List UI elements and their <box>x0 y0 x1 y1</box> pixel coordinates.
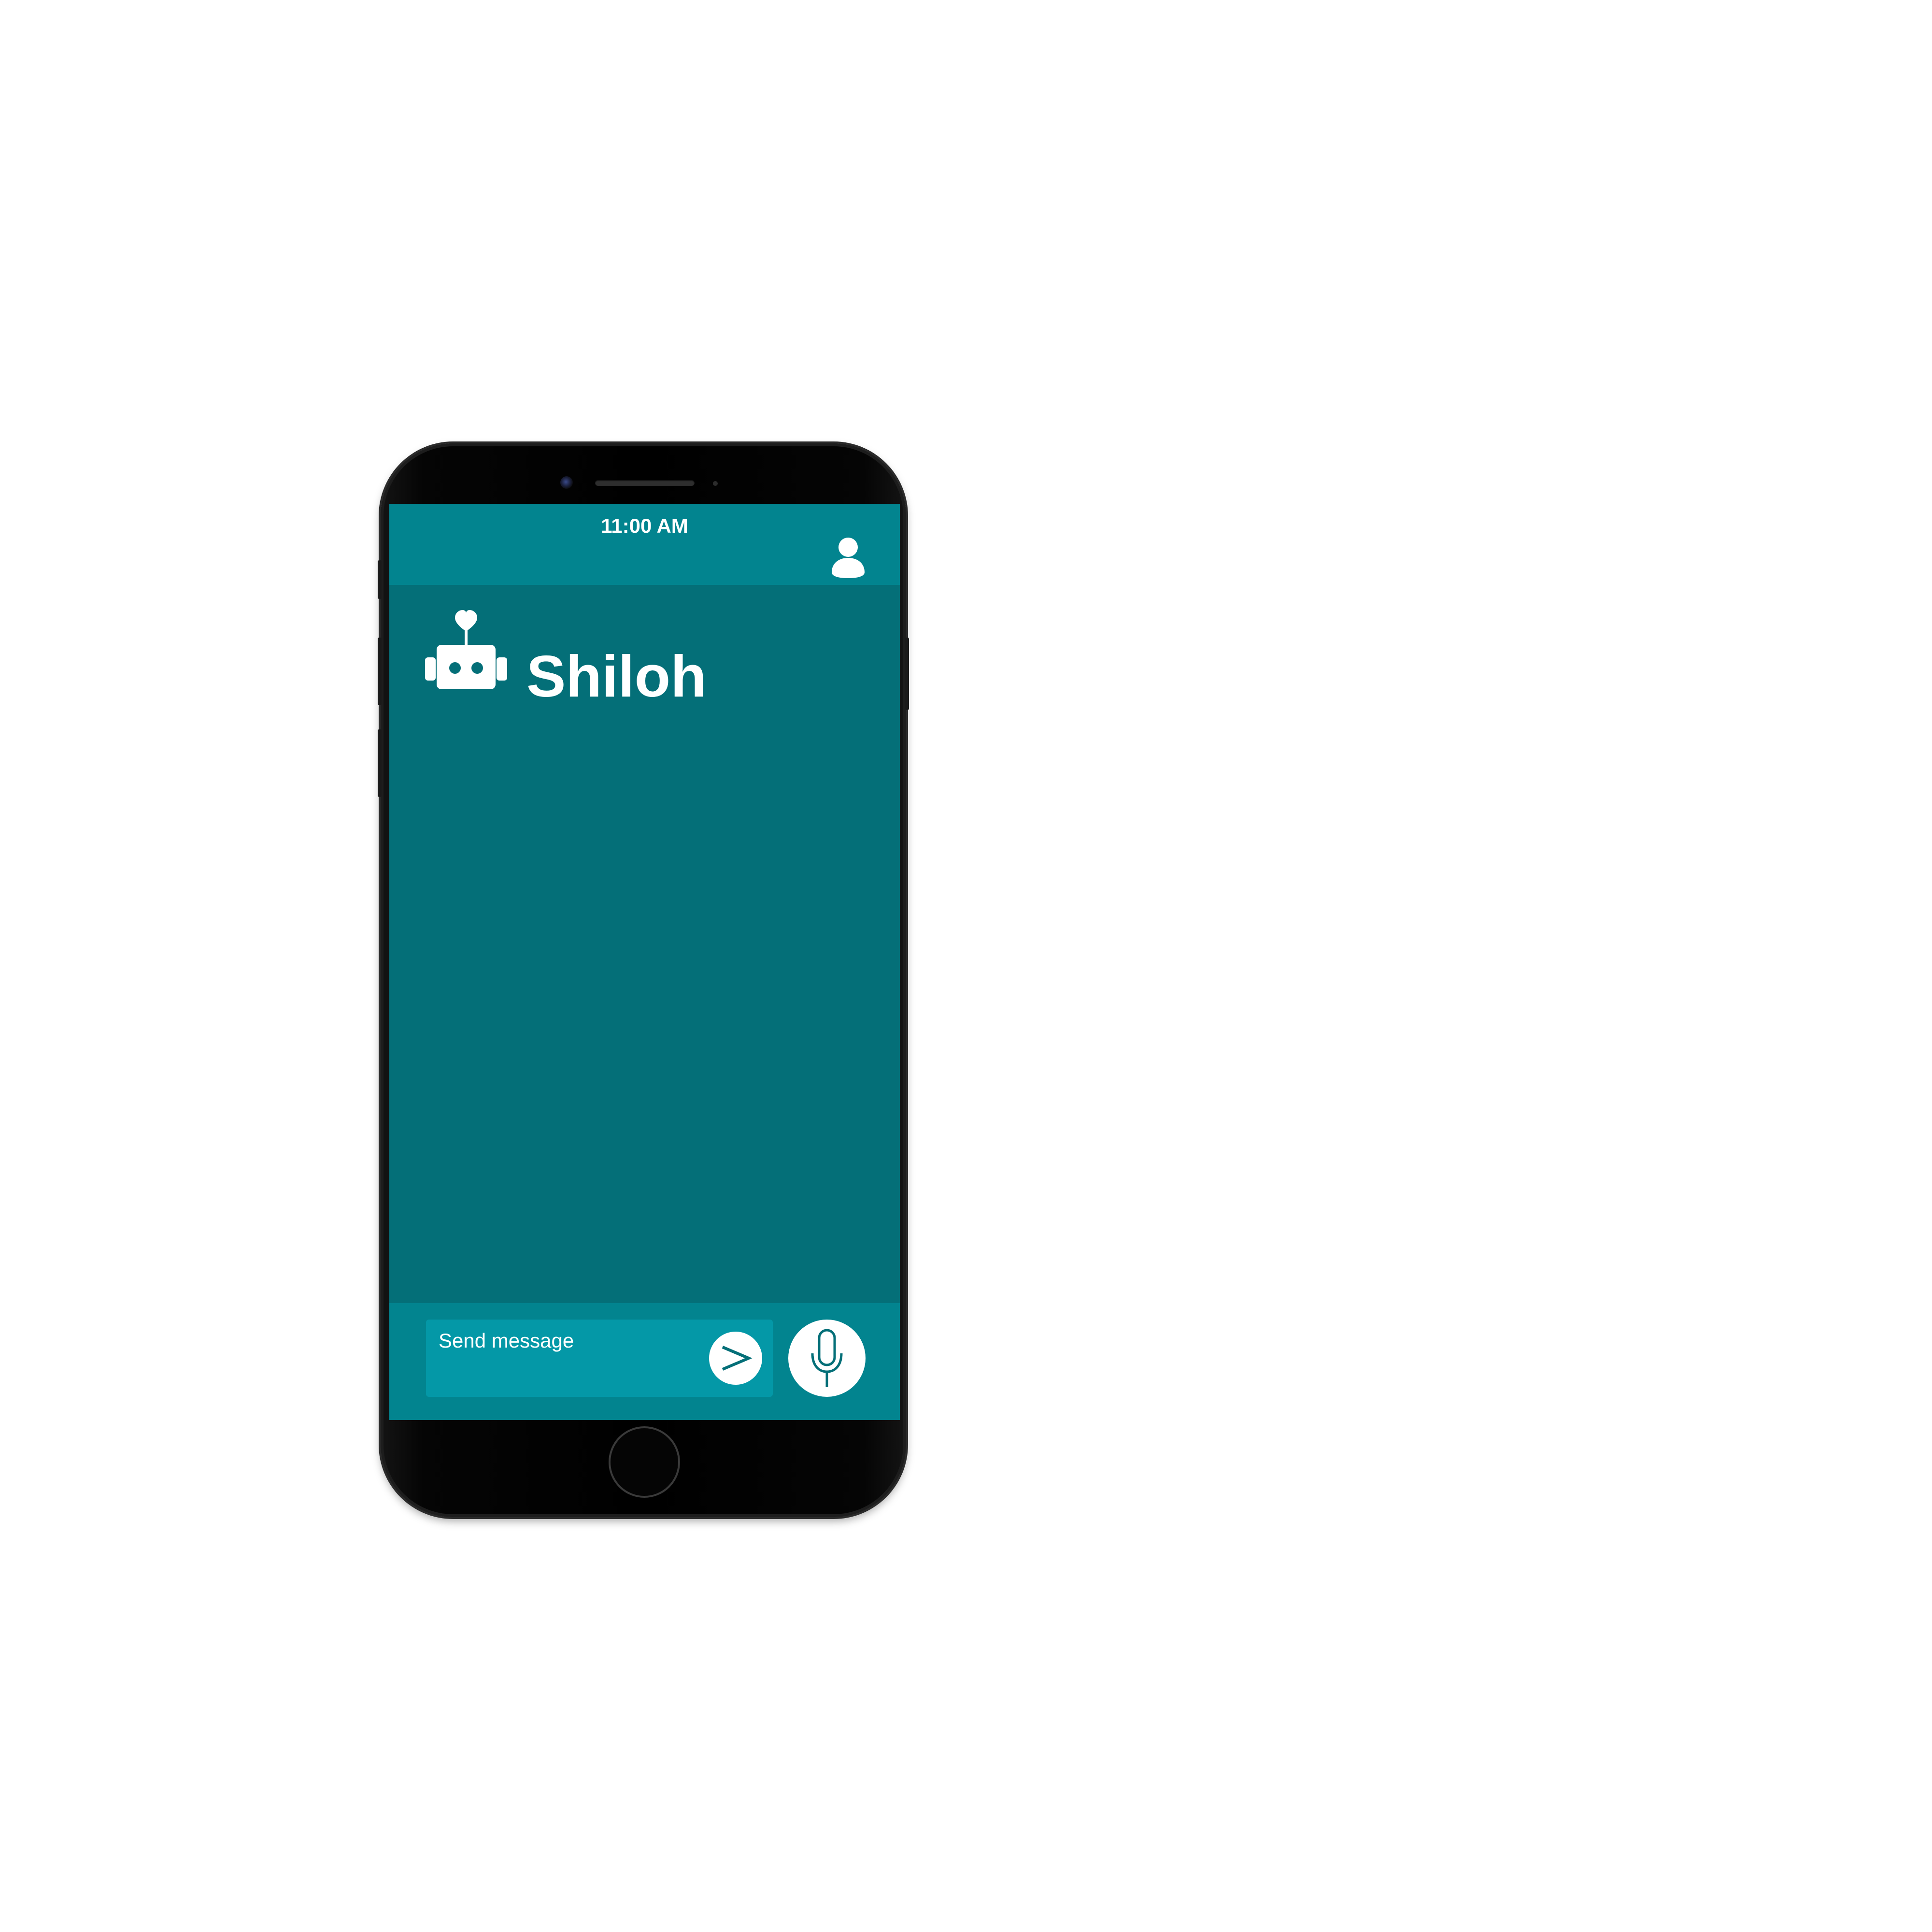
volume-down-button <box>378 729 382 797</box>
microphone-icon <box>811 1329 843 1387</box>
user-icon[interactable] <box>829 536 867 579</box>
send-chevron-icon <box>722 1346 753 1371</box>
volume-up-button <box>378 638 382 705</box>
message-placeholder: Send message <box>439 1329 574 1352</box>
message-input[interactable]: Send message <box>426 1320 773 1397</box>
power-button <box>905 638 909 710</box>
status-time: 11:00 AM <box>601 514 688 537</box>
microphone-button[interactable] <box>788 1320 866 1397</box>
earpiece-speaker <box>595 480 695 486</box>
send-button[interactable] <box>709 1332 762 1385</box>
mute-switch <box>378 560 382 599</box>
status-bar: 11:00 AM <box>389 504 900 585</box>
robot-heart-icon <box>425 610 507 697</box>
app-screen: 11:00 AM Shiloh Send message <box>389 504 900 1420</box>
bot-name: Shiloh <box>526 643 707 709</box>
front-camera <box>560 476 573 489</box>
home-button[interactable] <box>609 1426 680 1498</box>
message-composer: Send message <box>389 1303 900 1420</box>
proximity-sensor <box>713 481 718 486</box>
